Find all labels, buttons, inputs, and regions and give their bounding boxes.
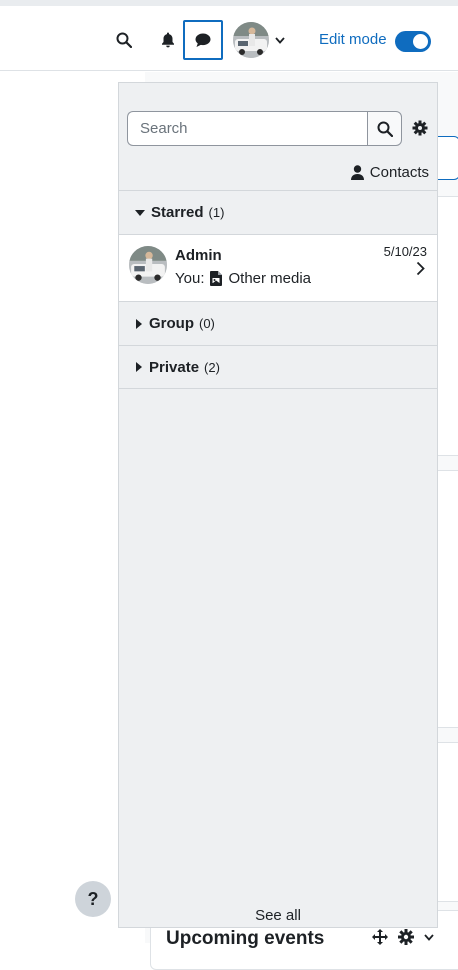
section-private-count: (2) [204, 359, 220, 375]
section-starred-header[interactable]: Starred (1) [119, 190, 437, 234]
notification-bell-icon[interactable] [156, 26, 180, 54]
edit-mode-toggle[interactable] [395, 31, 431, 52]
search-icon [377, 121, 393, 137]
section-starred-count: (1) [208, 205, 225, 220]
help-button[interactable]: ? [75, 881, 111, 917]
caret-right-icon [136, 362, 142, 372]
top-navbar: Edit mode [0, 6, 458, 71]
section-group-count: (0) [199, 316, 215, 331]
messages-drawer: Contacts Starred (1) Admin 5/10/23 You: … [118, 82, 438, 928]
edit-mode-label: Edit mode [319, 31, 387, 48]
conversation-item[interactable]: Admin 5/10/23 You: Other media [119, 234, 437, 301]
messages-settings-gear-icon[interactable] [411, 119, 429, 137]
toggle-knob [413, 34, 428, 49]
messages-toggle-button[interactable] [183, 20, 223, 60]
person-icon [350, 165, 364, 180]
see-all-link[interactable]: See all [119, 907, 437, 924]
chevron-down-icon[interactable] [424, 933, 434, 941]
conversation-date: 5/10/23 [383, 244, 427, 259]
conversation-name: Admin [175, 247, 222, 264]
caret-down-icon [135, 209, 145, 216]
conversation-preview-text: Other media [228, 270, 312, 287]
chat-bubble-icon [195, 33, 211, 47]
section-group-header[interactable]: Group (0) [119, 301, 437, 345]
section-group-label: Group [149, 315, 194, 332]
conversation-preview-prefix: You: [175, 270, 205, 287]
user-avatar[interactable] [233, 22, 269, 58]
upcoming-events-title: Upcoming events [166, 928, 325, 949]
contacts-link[interactable]: Contacts [350, 164, 429, 181]
messages-search-button[interactable] [367, 111, 402, 146]
section-private-label: Private [149, 358, 200, 376]
conversation-avatar [129, 246, 167, 284]
media-file-icon [210, 271, 223, 286]
messages-search-input[interactable] [127, 111, 367, 146]
contacts-label: Contacts [369, 164, 429, 181]
caret-right-icon [136, 318, 142, 329]
user-menu-chevron-down-icon[interactable] [272, 32, 288, 48]
chevron-right-icon [416, 261, 425, 276]
section-private-header[interactable]: Private (2) [119, 345, 437, 389]
conversation-preview: You: Other media [175, 270, 311, 287]
search-icon[interactable] [110, 26, 138, 54]
messages-search [127, 111, 402, 146]
section-starred-label: Starred [151, 204, 204, 221]
